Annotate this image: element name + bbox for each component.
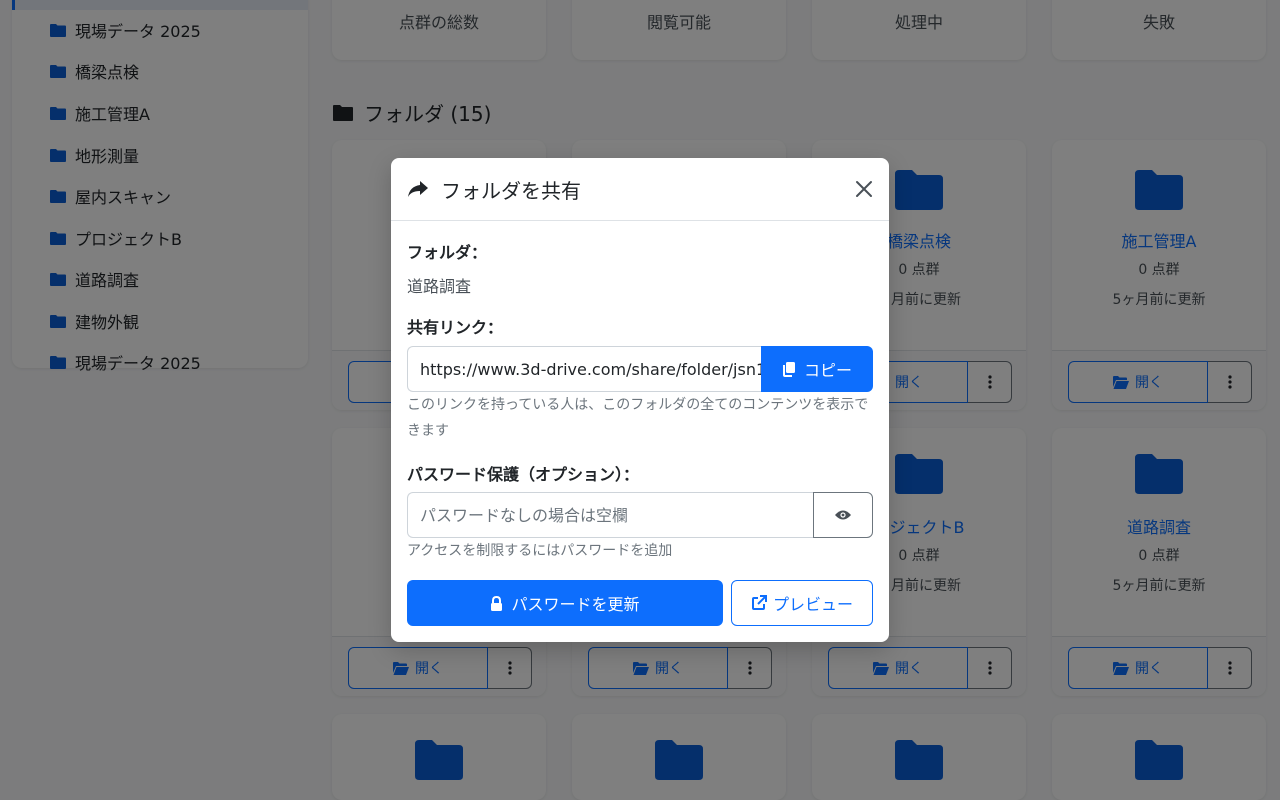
password-input[interactable] bbox=[407, 492, 813, 538]
share-link-input[interactable]: https://www.3d-drive.com/share/folder/js… bbox=[407, 346, 761, 392]
password-help: アクセスを制限するにはパスワードを追加 bbox=[407, 543, 673, 559]
modal-title: フォルダを共有 bbox=[407, 175, 581, 204]
folder-name: 道路調査 bbox=[407, 277, 472, 296]
password-group bbox=[407, 492, 873, 538]
eye-icon bbox=[835, 510, 851, 520]
modal-header: フォルダを共有 bbox=[391, 158, 889, 221]
share-link-help: このリンクを持っている人は、このフォルダの全てのコンテンツを表示できます bbox=[407, 397, 869, 439]
toggle-password-visibility-button[interactable] bbox=[813, 492, 873, 538]
update-password-button[interactable]: パスワードを更新 bbox=[407, 580, 723, 626]
folder-label: フォルダ： bbox=[407, 243, 488, 262]
share-folder-modal: フォルダを共有 フォルダ： 道路調査 共有リンク： https://www.3d… bbox=[391, 158, 889, 642]
share-icon bbox=[408, 181, 428, 197]
lock-icon bbox=[491, 595, 503, 611]
copy-icon bbox=[782, 362, 795, 377]
close-icon bbox=[856, 181, 872, 197]
share-link-label: 共有リンク： bbox=[407, 318, 504, 337]
password-label: パスワード保護（オプション）： bbox=[407, 465, 640, 484]
preview-button[interactable]: プレビュー bbox=[731, 580, 873, 626]
external-link-icon bbox=[751, 595, 767, 610]
share-link-group: https://www.3d-drive.com/share/folder/js… bbox=[407, 346, 873, 392]
copy-button[interactable]: コピー bbox=[761, 346, 873, 392]
close-button[interactable] bbox=[853, 178, 875, 200]
